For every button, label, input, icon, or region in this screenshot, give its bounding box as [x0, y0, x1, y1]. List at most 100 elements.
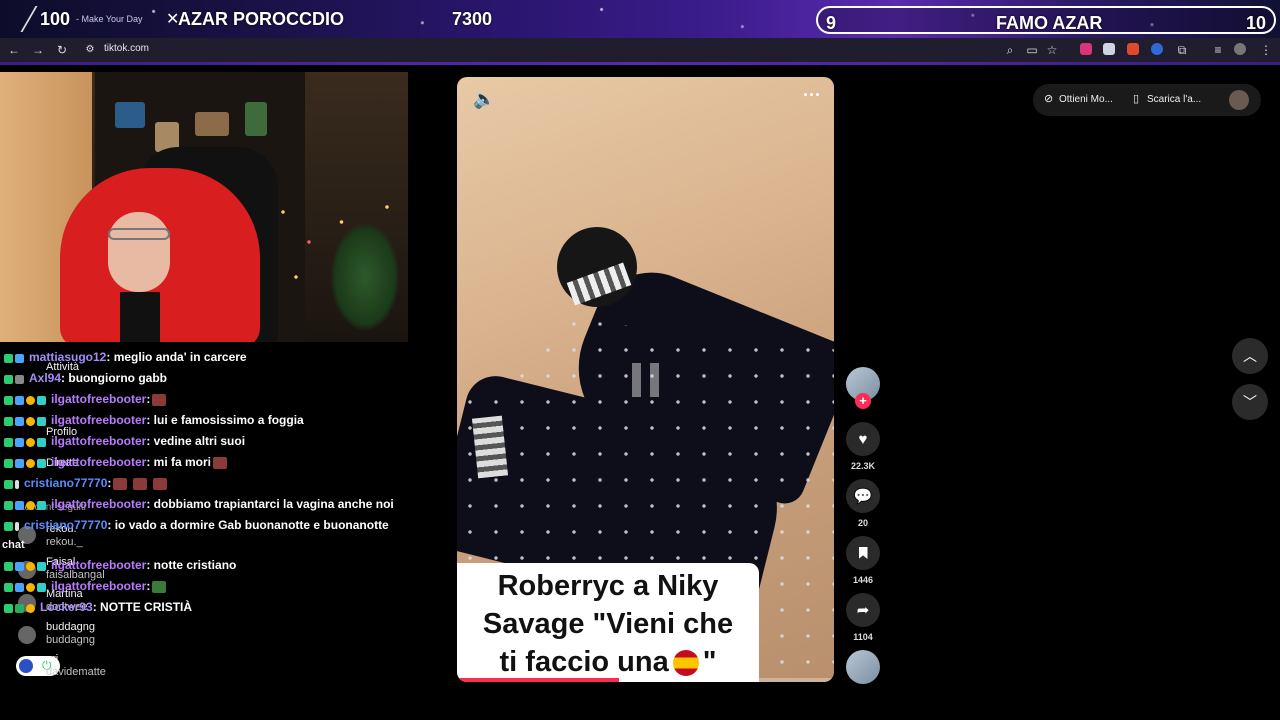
chat-username[interactable]: ilgattofreebooter — [51, 558, 146, 572]
menu-kebab-icon[interactable]: ⋮ — [1258, 42, 1274, 58]
badge-icon — [4, 458, 13, 468]
download-app-button[interactable]: Scarica l'a... — [1147, 94, 1201, 105]
site-info-icon[interactable]: ⚙ — [82, 42, 98, 58]
shirt — [120, 292, 160, 342]
center-value: 7300 — [452, 9, 493, 29]
plant — [330, 222, 400, 332]
left-title: AZAR POROCCDIO — [178, 9, 344, 29]
chat-message: ilgattofreebooter: mi fa mori — [4, 455, 228, 470]
share-button[interactable]: ➦ — [846, 593, 880, 627]
arrow-right-icon[interactable]: → — [30, 42, 46, 58]
chat-message: ilgattofreebooter: — [4, 392, 167, 407]
chat-username[interactable]: ilgattofreebooter — [51, 497, 146, 511]
share-count: 1104 — [853, 632, 873, 642]
reload-icon[interactable]: ↻ — [54, 42, 70, 58]
extension-2-icon[interactable] — [1103, 43, 1115, 55]
chat-username[interactable]: cristiano77770 — [24, 476, 107, 490]
tab-list-icon[interactable]: ≡ — [1210, 42, 1226, 58]
chat-username[interactable]: ilgattofreebooter — [51, 413, 146, 427]
chevron-up-icon: ︿ — [1243, 348, 1257, 364]
address-bar[interactable]: tiktok.com — [104, 43, 149, 54]
chat-username[interactable]: mattiasugo12 — [29, 350, 106, 364]
streamer-face — [108, 212, 170, 292]
badge-icon — [15, 561, 24, 571]
bookmark-star-icon[interactable]: ☆ — [1044, 42, 1060, 58]
emote-icon — [133, 477, 148, 490]
shelf-object — [195, 112, 229, 136]
chat-username[interactable]: Axl94 — [29, 371, 61, 385]
arrow-left-icon[interactable]: ← — [6, 42, 22, 58]
chat-username[interactable]: ilgattofreebooter — [51, 392, 146, 406]
badge-icon — [15, 603, 24, 613]
comment-count: 20 — [857, 518, 868, 528]
extension-3-icon[interactable] — [1127, 43, 1139, 55]
chat-text: : buongiorno gabb — [61, 371, 168, 385]
badge-icon — [4, 561, 13, 571]
caption-line: Savage "Vieni che — [482, 608, 734, 640]
badge-icon — [26, 458, 35, 468]
overlay-accent-line — [0, 62, 1280, 65]
next-video-button[interactable]: ﹀ — [1232, 384, 1268, 420]
account-handle: buddagng — [46, 634, 95, 646]
volume-icon[interactable]: 🔈 — [473, 89, 495, 110]
chat-username[interactable]: ilgattofreebooter — [51, 579, 146, 593]
video-progress-fill — [457, 678, 620, 682]
previous-video-button[interactable]: ︿ — [1232, 338, 1268, 374]
follow-plus-icon[interactable]: + — [855, 393, 871, 409]
get-coins-button[interactable]: Ottieni Mo... — [1059, 94, 1113, 105]
tiktok-video-player[interactable]: 🔈 ··· Roberryc a Niky Savage "Vieni che … — [457, 77, 834, 682]
cast-icon[interactable]: ▭ — [1024, 42, 1040, 58]
badge-icon — [4, 395, 13, 405]
badge-icon — [15, 437, 24, 447]
chat-message: Locker93: NOTTE CRISTIÀ — [4, 600, 192, 615]
more-dots-icon[interactable]: ··· — [803, 85, 821, 106]
badge-icon — [26, 437, 35, 447]
chat-text: : vedine altri suoi — [146, 434, 246, 448]
emote-icon — [213, 456, 228, 469]
badge-icon — [15, 395, 24, 405]
save-button[interactable] — [846, 536, 880, 570]
puzzle-icon[interactable]: ⧉ — [1174, 42, 1190, 58]
badge-icon — [15, 521, 19, 531]
chat-username[interactable]: ilgattofreebooter — [51, 434, 146, 448]
video-progress-bar[interactable] — [457, 678, 834, 682]
chat-text: : — [146, 579, 151, 593]
chat-username[interactable]: Locker93 — [40, 600, 93, 614]
avatar[interactable] — [18, 626, 36, 644]
extension-4-icon[interactable] — [1151, 43, 1163, 55]
tagline: - Make Your Day — [76, 14, 143, 24]
comment-button[interactable]: 💬 — [846, 479, 880, 513]
chat-message: cristiano77770: — [4, 476, 168, 491]
badge-icon — [4, 479, 13, 489]
sound-avatar[interactable] — [846, 650, 880, 684]
caption-quote: " — [702, 646, 717, 678]
video-caption: Roberryc a Niky Savage "Vieni che ti fac… — [457, 563, 759, 682]
chat-username[interactable]: cristiano77770 — [24, 518, 107, 532]
stream-chat: Attività Profilo Dirette Account seguiti… — [0, 346, 420, 696]
stream-overlay-bar: 100 - Make Your Day ✕ AZAR POROCCDIO 730… — [0, 0, 1280, 38]
badge-icon — [15, 458, 24, 468]
chat-username[interactable]: ilgattofreebooter — [51, 455, 146, 469]
profile-avatar-icon[interactable] — [1234, 43, 1246, 55]
user-avatar[interactable] — [1229, 90, 1249, 110]
badge-icon — [4, 416, 13, 426]
like-button[interactable]: ♥ — [846, 422, 880, 456]
chat-message: mattiasugo12: meglio anda' in carcere — [4, 350, 247, 365]
chat-text: : dobbiamo trapiantarci la vagina anche … — [146, 497, 394, 511]
chat-message: ilgattofreebooter: lui e famosissimo a f… — [4, 413, 304, 428]
chat-text: : NOTTE CRISTIÀ — [92, 600, 193, 614]
goal-pill: 9 FAMO AZAR 10 — [816, 6, 1276, 34]
extension-1-icon[interactable] — [1080, 43, 1092, 55]
badge-icon — [15, 416, 24, 426]
account-name[interactable]: buddagng — [46, 621, 95, 633]
chat-text: : lui e famosissimo a foggia — [146, 413, 304, 427]
chat-text: : meglio anda' in carcere — [106, 350, 247, 364]
account-name[interactable]: ori — [46, 653, 58, 665]
zoom-icon[interactable]: ⌕ — [1002, 42, 1018, 58]
badge-icon — [4, 353, 13, 363]
pill-right-number: 10 — [1246, 13, 1267, 33]
account-handle: rekou._ — [46, 536, 83, 548]
caption-text: ti faccio una — [499, 646, 669, 678]
pause-icon[interactable] — [632, 363, 660, 397]
shelf-object — [115, 102, 145, 128]
